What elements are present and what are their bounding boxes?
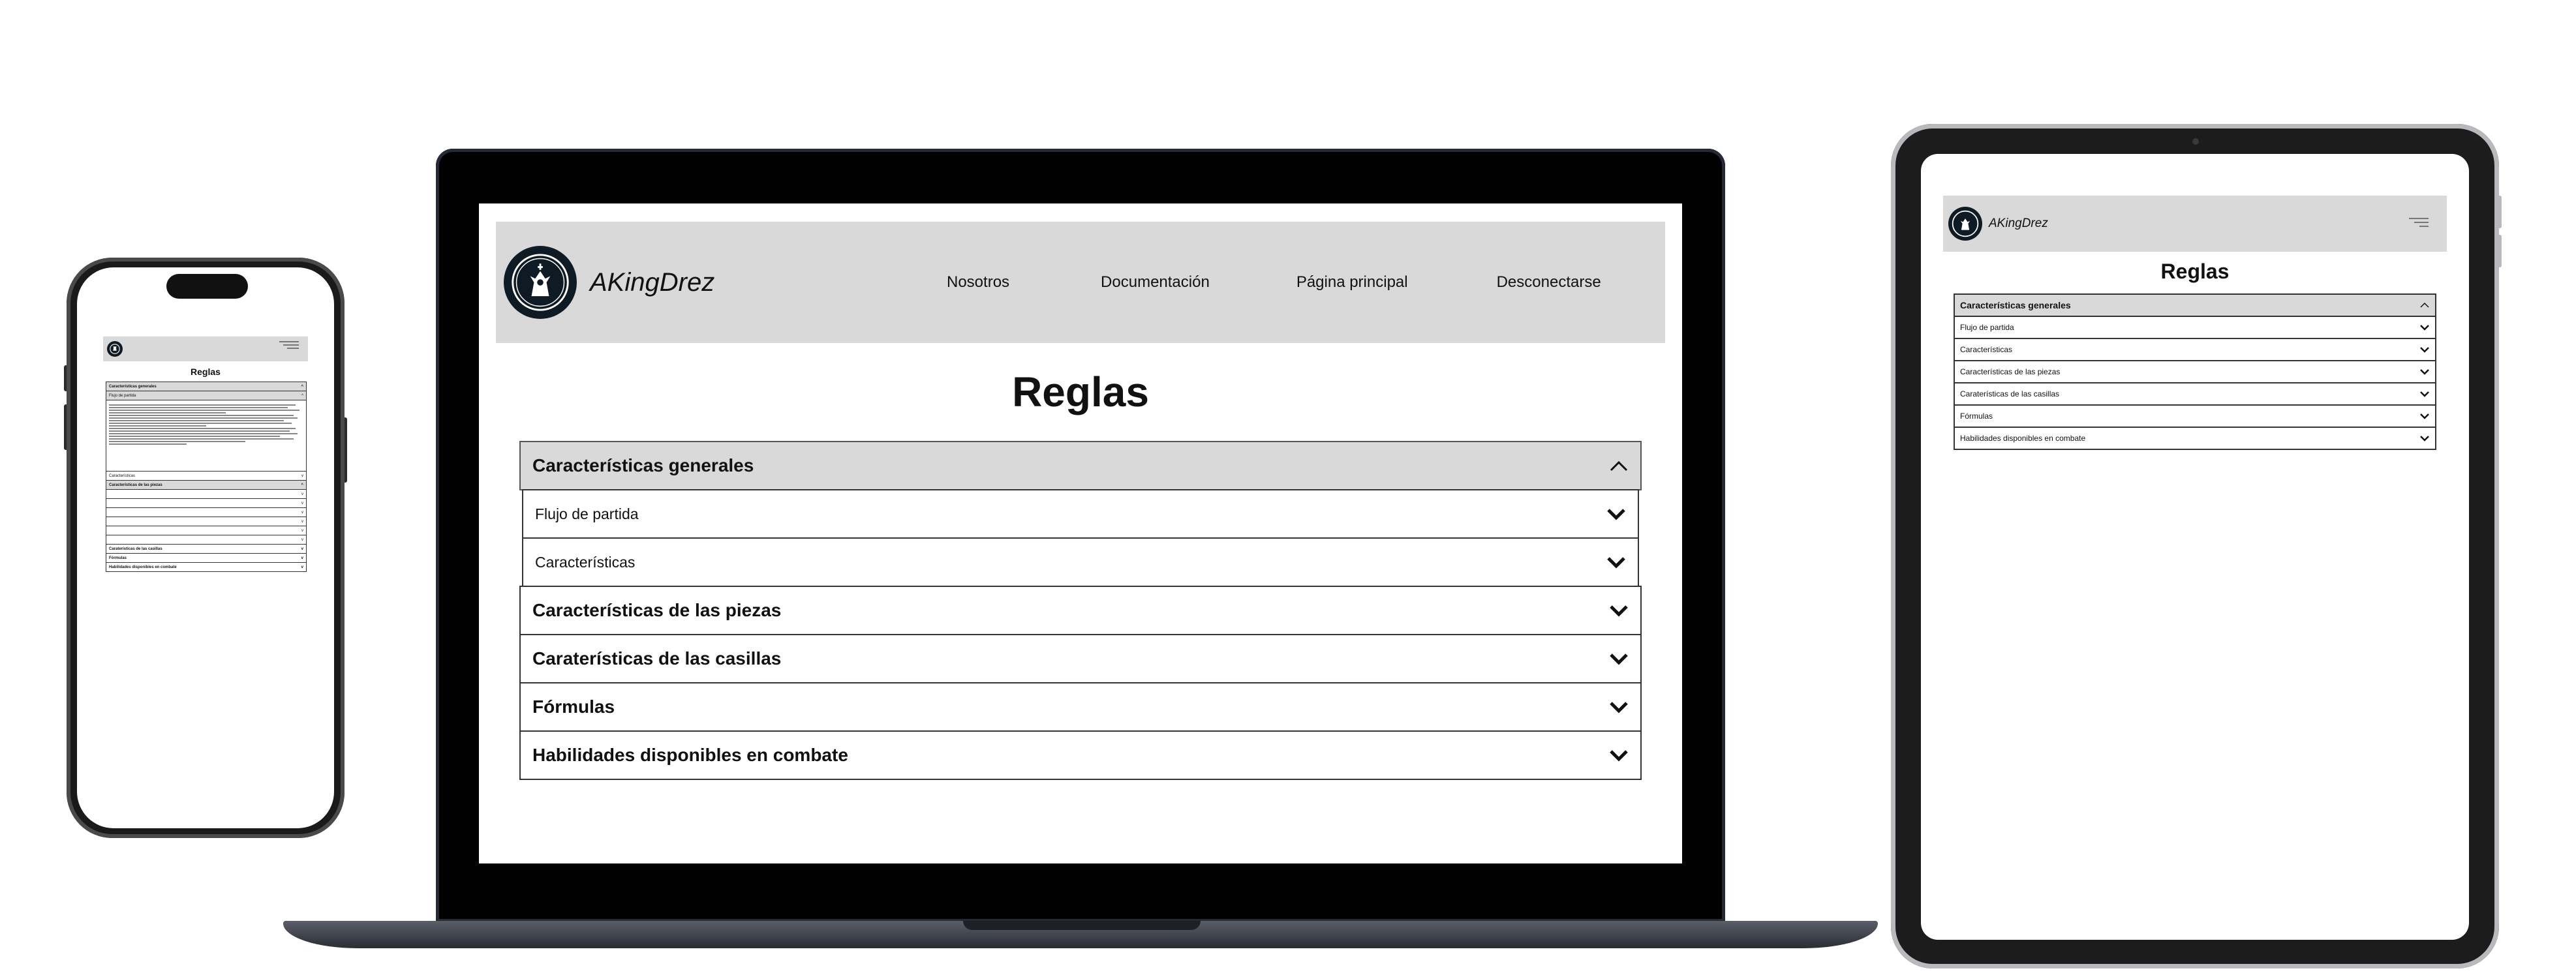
chevron-down-icon xyxy=(2419,346,2430,353)
chevron-down-icon xyxy=(2419,435,2430,442)
tablet-navbar: AKingDrez xyxy=(1943,196,2447,252)
rules-accordion: Características generales Flujo de parti… xyxy=(1954,293,2436,450)
accordion-casillas[interactable]: Caraterísticas de las casillas xyxy=(1954,382,2436,406)
chevron-down-icon: v xyxy=(301,501,303,505)
accordion-flujo[interactable]: Flujo de partida ^ xyxy=(106,391,307,400)
accordion-habilidades[interactable]: Habilidades disponibles en combate xyxy=(1954,427,2436,450)
accordion-formulas[interactable]: Fórmulas xyxy=(1954,404,2436,428)
chevron-down-icon xyxy=(2419,413,2430,419)
accordion-habilidades[interactable]: Habilidades disponibles en combate v xyxy=(106,562,307,572)
brand-name[interactable]: AKingDrez xyxy=(1989,217,2048,231)
chevron-down-icon xyxy=(1609,652,1629,665)
rules-accordion: Características generales Flujo de parti… xyxy=(519,441,1642,780)
chevron-down-icon xyxy=(2419,391,2430,397)
chevron-down-icon xyxy=(1609,700,1629,713)
chevron-down-icon: v xyxy=(301,528,303,533)
accordion-casillas[interactable]: Caraterísticas de las casillas v xyxy=(106,544,307,554)
logo-icon[interactable] xyxy=(1948,207,1982,241)
page-title: Reglas xyxy=(191,367,221,377)
chevron-down-icon xyxy=(1606,507,1626,520)
nav-link-documentacion[interactable]: Documentación xyxy=(1101,273,1210,292)
page-title: Reglas xyxy=(1012,368,1149,415)
chevron-down-icon: v xyxy=(301,473,303,478)
accordion-caracteristicas[interactable]: Características xyxy=(1954,338,2436,361)
accordion-piezas[interactable]: Características de las piezas ^ xyxy=(106,480,307,490)
phone-accordion: Características generales ^ Flujo de part… xyxy=(106,382,307,572)
accordion-piezas[interactable]: Características de las piezas xyxy=(1954,360,2436,383)
chevron-down-icon xyxy=(1609,604,1629,617)
phone-dynamic-island xyxy=(166,274,248,299)
chevron-down-icon: v xyxy=(301,565,303,569)
nav-link-documentacion[interactable] xyxy=(283,344,299,346)
accordion-formulas[interactable]: Fórmulas v xyxy=(106,553,307,563)
accordion-piece-item[interactable]: v xyxy=(106,498,307,508)
accordion-general[interactable]: Características generales xyxy=(1954,293,2436,317)
chevron-up-icon xyxy=(2419,302,2430,308)
tablet-screen: AKingDrez Reglas Características general… xyxy=(1921,154,2469,940)
nav-link-nosotros[interactable] xyxy=(279,341,299,342)
accordion-formulas[interactable]: Fórmulas xyxy=(519,682,1642,732)
accordion-flujo[interactable]: Flujo de partida xyxy=(1954,316,2436,339)
accordion-piece-item[interactable]: v xyxy=(106,517,307,526)
phone-screen: Reglas Características generales ^ Flujo … xyxy=(77,267,334,828)
navbar: AKingDrez Nosotros Documentación Página … xyxy=(496,222,1665,343)
accordion-piezas[interactable]: Características de las piezas xyxy=(519,586,1642,635)
page-title: Reglas xyxy=(2160,260,2230,283)
chevron-up-icon: ^ xyxy=(301,384,303,389)
logo-icon[interactable] xyxy=(107,341,123,357)
chevron-down-icon: v xyxy=(301,547,303,551)
chevron-down-icon: v xyxy=(301,510,303,515)
chevron-up-icon: ^ xyxy=(301,393,303,398)
nav-link-desconectarse[interactable] xyxy=(287,348,299,349)
accordion-casillas[interactable]: Caraterísticas de las casillas xyxy=(519,634,1642,683)
chevron-up-icon: ^ xyxy=(301,483,303,487)
accordion-piece-item[interactable]: v xyxy=(106,489,307,499)
accordion-general[interactable]: Características generales ^ xyxy=(106,382,307,391)
chevron-down-icon: v xyxy=(301,492,303,496)
accordion-piece-item[interactable]: v xyxy=(106,526,307,535)
phone-navbar xyxy=(103,337,308,361)
chevron-down-icon xyxy=(2419,324,2430,331)
hamburger-icon[interactable] xyxy=(2409,215,2429,230)
chevron-down-icon: v xyxy=(301,537,303,542)
chevron-down-icon: v xyxy=(301,556,303,560)
nav-link-desconectarse[interactable]: Desconectarse xyxy=(1497,273,1601,292)
accordion-piece-item[interactable]: v xyxy=(106,507,307,517)
brand-name[interactable]: AKingDrez xyxy=(590,268,786,297)
chevron-down-icon xyxy=(2419,368,2430,375)
accordion-habilidades[interactable]: Habilidades disponibles en combate xyxy=(519,730,1642,780)
accordion-caracteristicas[interactable]: Características v xyxy=(106,471,307,481)
accordion-piece-item[interactable]: v xyxy=(106,535,307,545)
nav-links: Nosotros Documentación Página principal … xyxy=(786,273,1601,292)
accordion-flujo[interactable]: Flujo de partida xyxy=(522,489,1639,539)
flujo-body-text xyxy=(106,400,307,472)
accordion-caracteristicas[interactable]: Características xyxy=(522,537,1639,587)
phone-nav-menu xyxy=(279,339,299,351)
nav-link-pagina-principal[interactable]: Página principal xyxy=(1296,273,1408,292)
chevron-up-icon xyxy=(1609,459,1629,472)
chevron-down-icon xyxy=(1609,749,1629,762)
logo-icon[interactable] xyxy=(504,246,577,319)
nav-link-nosotros[interactable]: Nosotros xyxy=(947,273,1009,292)
tablet-camera xyxy=(2192,138,2199,145)
chevron-down-icon xyxy=(1606,556,1626,569)
laptop-screen: AKingDrez Nosotros Documentación Página … xyxy=(479,203,1682,863)
accordion-general[interactable]: Características generales xyxy=(519,441,1642,490)
chevron-down-icon: v xyxy=(301,519,303,524)
laptop-hinge-notch xyxy=(963,921,1201,930)
